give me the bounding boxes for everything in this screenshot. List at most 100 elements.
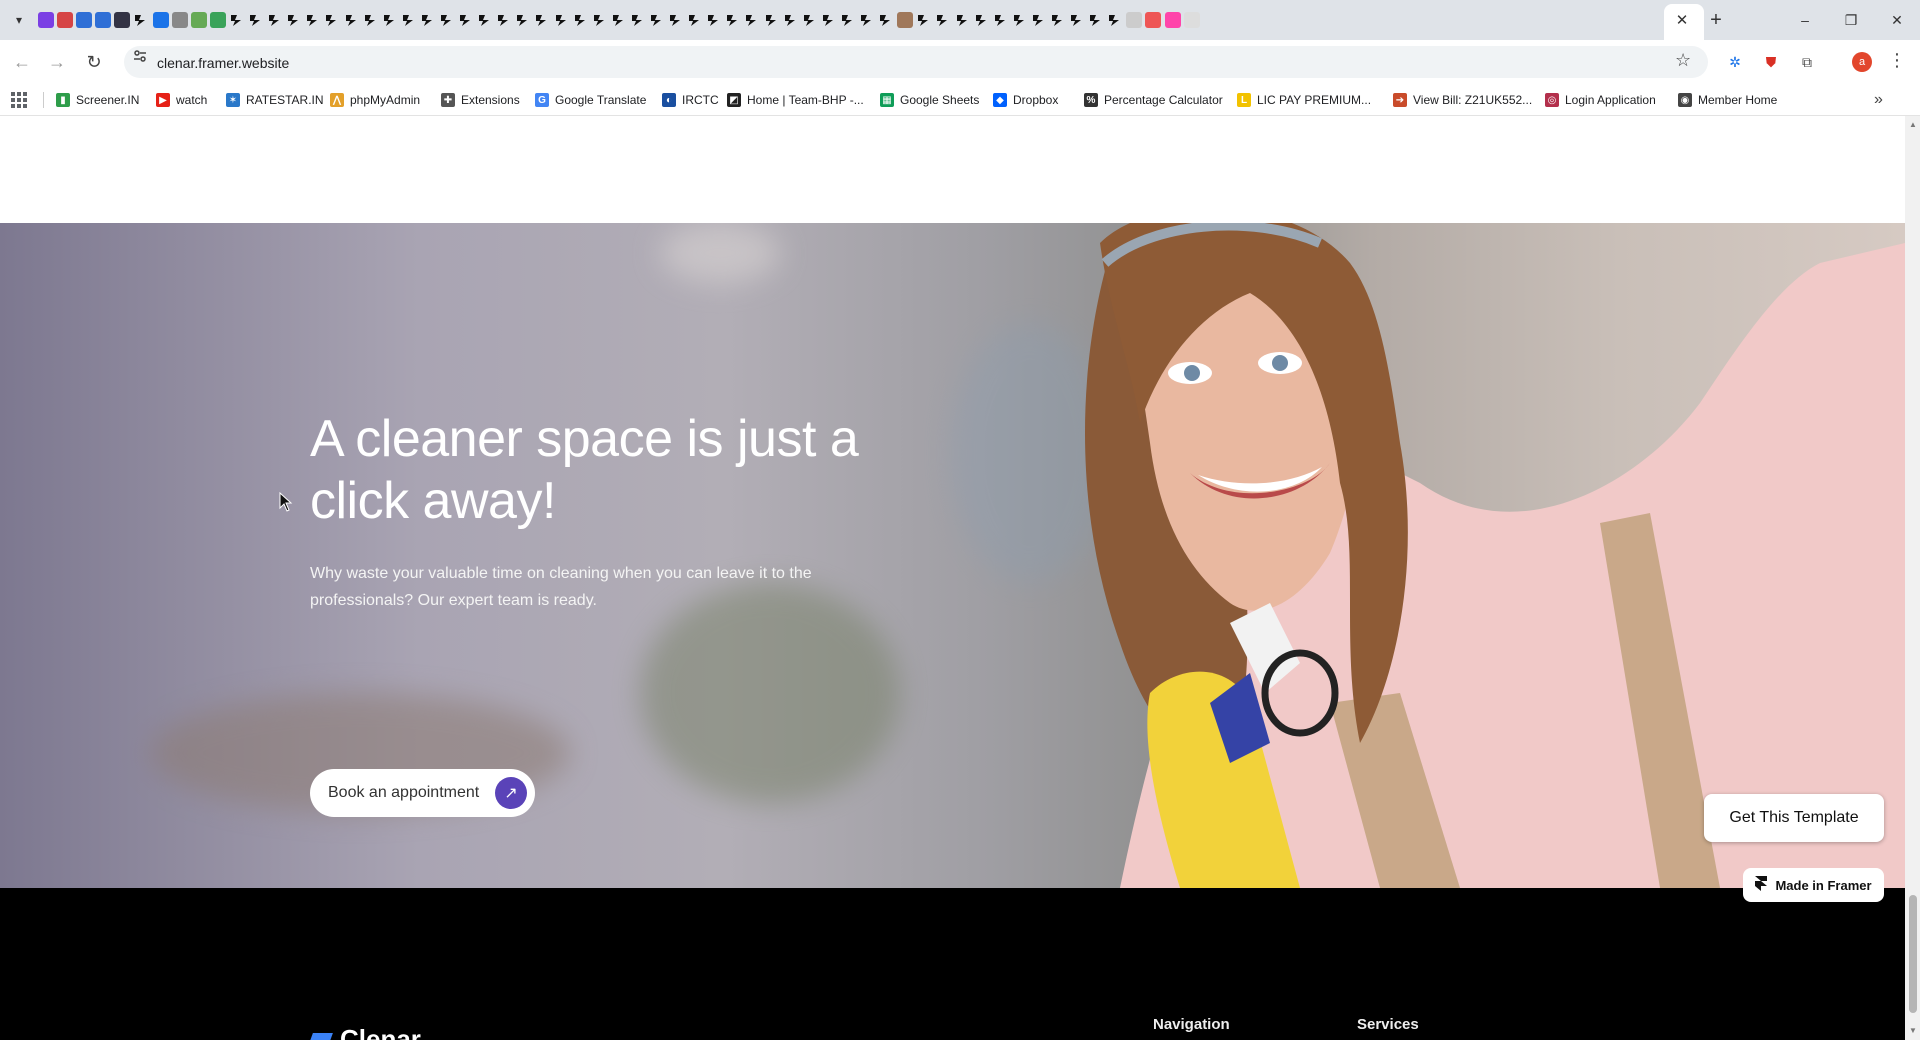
pinned-tab-favicon-icon[interactable] bbox=[38, 12, 54, 28]
pinned-tab-favicon-icon[interactable] bbox=[1164, 12, 1181, 28]
pinned-tab-favicon-icon[interactable] bbox=[1012, 12, 1028, 28]
pinned-tab-favicon-icon[interactable] bbox=[344, 12, 360, 28]
pinned-tab-favicon-icon[interactable] bbox=[76, 12, 93, 28]
pinned-tab-favicon-icon[interactable] bbox=[611, 12, 627, 28]
bookmark-star-icon[interactable]: ☆ bbox=[1675, 50, 1691, 71]
bookmark-item[interactable]: ▮ Screener.IN bbox=[56, 92, 139, 108]
new-tab-button[interactable]: + bbox=[1702, 8, 1730, 32]
made-in-framer-badge[interactable]: Made in Framer bbox=[1743, 868, 1884, 902]
pinned-tab-favicon-icon[interactable] bbox=[324, 12, 340, 28]
pinned-tab-favicon-icon[interactable] bbox=[573, 12, 589, 28]
bookmark-item[interactable]: ✚ Extensions bbox=[441, 92, 520, 108]
pinned-tab-favicon-icon[interactable] bbox=[725, 12, 741, 28]
restore-button[interactable]: ❐ bbox=[1828, 0, 1874, 40]
pinned-tab-favicon-icon[interactable] bbox=[114, 12, 131, 28]
tab-close-icon[interactable]: ✕ bbox=[1670, 8, 1694, 32]
apps-grid-icon[interactable] bbox=[11, 92, 27, 108]
pinned-tab-favicon-icon[interactable] bbox=[267, 12, 283, 28]
url-text[interactable]: clenar.framer.website bbox=[157, 55, 289, 71]
profile-avatar[interactable]: a bbox=[1852, 52, 1872, 72]
forward-button[interactable]: → bbox=[43, 48, 71, 76]
pinned-tab-favicon-icon[interactable] bbox=[1031, 12, 1047, 28]
bookmark-item[interactable]: ⋀ phpMyAdmin bbox=[330, 92, 420, 108]
pinned-tab-favicon-icon[interactable] bbox=[152, 12, 169, 28]
bookmark-item[interactable]: ✶ RATESTAR.IN bbox=[226, 92, 324, 108]
pinned-tab-favicon-icon[interactable] bbox=[382, 12, 398, 28]
pinned-tab-favicon-icon[interactable] bbox=[783, 12, 799, 28]
pinned-tab-favicon-icon[interactable] bbox=[649, 12, 665, 28]
pinned-tab-favicon-icon[interactable] bbox=[1145, 12, 1162, 28]
pinned-tab-favicon-icon[interactable] bbox=[229, 12, 245, 28]
pinned-tab-favicon-icon[interactable] bbox=[401, 12, 417, 28]
pinned-tab-favicon-icon[interactable] bbox=[802, 12, 818, 28]
scroll-down-arrow-icon[interactable]: ▼ bbox=[1909, 1026, 1917, 1035]
pinned-tab-favicon-icon[interactable] bbox=[515, 12, 531, 28]
site-info-icon[interactable] bbox=[132, 48, 148, 64]
pinned-tab-favicon-icon[interactable] bbox=[496, 12, 512, 28]
footer-logo[interactable]: Clenar bbox=[310, 1022, 510, 1040]
pinned-tab-favicon-icon[interactable] bbox=[630, 12, 646, 28]
pinned-tab-favicon-icon[interactable] bbox=[706, 12, 722, 28]
book-appointment-button[interactable]: Book an appointment ↗ bbox=[310, 769, 535, 817]
pinned-tab-favicon-icon[interactable] bbox=[821, 12, 837, 28]
pinned-tab-favicon-icon[interactable] bbox=[248, 12, 264, 28]
pinned-tab-favicon-icon[interactable] bbox=[190, 12, 207, 28]
tab-search-icon[interactable]: ▾ bbox=[8, 9, 30, 31]
bookmark-item[interactable]: % Percentage Calculator bbox=[1084, 92, 1223, 108]
pinned-tab-favicon-icon[interactable] bbox=[993, 12, 1009, 28]
pinned-tab-favicon-icon[interactable] bbox=[1183, 12, 1200, 28]
pinned-tab-favicon-icon[interactable] bbox=[840, 12, 856, 28]
pinned-tab-favicon-icon[interactable] bbox=[420, 12, 436, 28]
pinned-tab-favicon-icon[interactable] bbox=[57, 12, 74, 28]
scrollbar-thumb[interactable] bbox=[1909, 895, 1917, 1013]
pinned-tab-favicon-icon[interactable] bbox=[764, 12, 780, 28]
reload-button[interactable]: ↻ bbox=[80, 48, 108, 76]
pinned-tab-favicon-icon[interactable] bbox=[1126, 12, 1143, 28]
pinned-tab-favicon-icon[interactable] bbox=[935, 12, 951, 28]
pinned-tab-favicon-icon[interactable] bbox=[878, 12, 894, 28]
back-button[interactable]: ← bbox=[8, 48, 36, 76]
pinned-tab-favicon-icon[interactable] bbox=[955, 12, 971, 28]
pinned-tab-favicon-icon[interactable] bbox=[916, 12, 932, 28]
pinned-tab-favicon-icon[interactable] bbox=[1069, 12, 1085, 28]
pinned-tab-favicon-icon[interactable] bbox=[897, 12, 914, 28]
pinned-tab-favicon-icon[interactable] bbox=[668, 12, 684, 28]
pinned-tab-favicon-icon[interactable] bbox=[687, 12, 703, 28]
pinned-tab-favicon-icon[interactable] bbox=[286, 12, 302, 28]
bookmark-item[interactable]: ◩ Home | Team-BHP -... bbox=[727, 92, 864, 108]
bookmark-item[interactable]: ▶ watch bbox=[156, 92, 207, 108]
bookmark-item[interactable]: ◐ IRCTC bbox=[662, 92, 719, 108]
get-template-button[interactable]: Get This Template bbox=[1704, 794, 1884, 842]
pinned-tab-favicon-icon[interactable] bbox=[439, 12, 455, 28]
pinned-tab-favicon-icon[interactable] bbox=[744, 12, 760, 28]
bookmark-item[interactable]: ➔ View Bill: Z21UK552... bbox=[1393, 92, 1532, 108]
bookmark-item[interactable]: ◎ Login Application bbox=[1545, 92, 1656, 108]
pinned-tab-favicon-icon[interactable] bbox=[171, 12, 188, 28]
pinned-tab-favicon-icon[interactable] bbox=[209, 12, 226, 28]
pinned-tab-favicon-icon[interactable] bbox=[1050, 12, 1066, 28]
pinned-tab-favicon-icon[interactable] bbox=[859, 12, 875, 28]
extension-shield-icon[interactable]: ⛊ bbox=[1761, 52, 1781, 72]
pinned-tab-favicon-icon[interactable] bbox=[592, 12, 608, 28]
scroll-up-arrow-icon[interactable]: ▲ bbox=[1909, 120, 1917, 129]
bookmark-item[interactable]: ▦ Google Sheets bbox=[880, 92, 979, 108]
extensions-puzzle-icon[interactable]: ⧉ bbox=[1797, 52, 1817, 72]
pinned-tab-favicon-icon[interactable] bbox=[1107, 12, 1123, 28]
pinned-tab-favicon-icon[interactable] bbox=[95, 12, 112, 28]
pinned-tab-favicon-icon[interactable] bbox=[974, 12, 990, 28]
pinned-tab-favicon-icon[interactable] bbox=[554, 12, 570, 28]
close-window-button[interactable]: ✕ bbox=[1874, 0, 1920, 40]
bookmark-item[interactable]: ◉ Member Home bbox=[1678, 92, 1777, 108]
bookmark-item[interactable]: ◆ Dropbox bbox=[993, 92, 1058, 108]
address-bar[interactable] bbox=[124, 46, 1708, 78]
bookmark-item[interactable]: L LIC PAY PREMIUM... bbox=[1237, 92, 1371, 108]
bookmark-item[interactable]: G Google Translate bbox=[535, 92, 646, 108]
browser-menu-icon[interactable]: ⋮ bbox=[1888, 50, 1906, 71]
pinned-tab-favicon-icon[interactable] bbox=[458, 12, 474, 28]
pinned-tab-favicon-icon[interactable] bbox=[477, 12, 493, 28]
minimize-button[interactable]: – bbox=[1782, 0, 1828, 40]
more-bookmarks-icon[interactable]: » bbox=[1874, 91, 1883, 109]
pinned-tab-favicon-icon[interactable] bbox=[363, 12, 379, 28]
pinned-tab-favicon-icon[interactable] bbox=[133, 12, 149, 28]
pinned-tab-favicon-icon[interactable] bbox=[305, 12, 321, 28]
